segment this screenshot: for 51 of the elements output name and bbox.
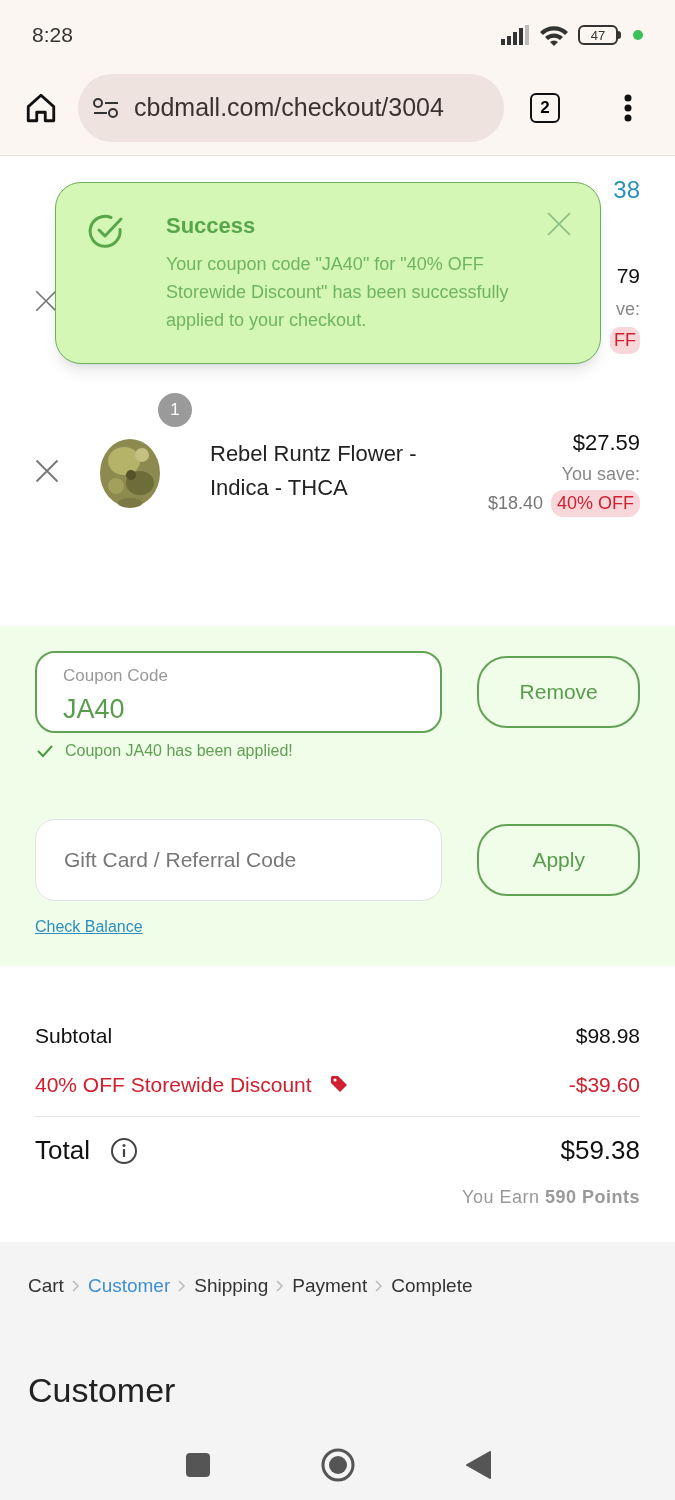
home-icon[interactable] — [24, 91, 58, 125]
check-icon — [37, 744, 53, 758]
discount-badge: 40% OFF — [550, 489, 640, 517]
gift-card-field[interactable]: Gift Card / Referral Code — [35, 819, 443, 901]
item-price: 79 — [616, 263, 640, 290]
back-icon[interactable] — [464, 1451, 491, 1479]
tag-icon — [329, 1075, 348, 1094]
save-label: You save: — [561, 462, 640, 486]
total-value: $59.38 — [560, 1134, 640, 1167]
clock: 8:28 — [32, 22, 73, 49]
signal-icon — [500, 25, 530, 45]
check-circle-icon — [88, 213, 124, 249]
subtotal-value: $98.98 — [575, 1023, 640, 1049]
chevron-icon — [71, 1280, 80, 1293]
tab-count-button[interactable]: 2 — [530, 93, 560, 123]
breadcrumb-link[interactable]: Cart — [28, 1272, 64, 1301]
product-name[interactable]: Rebel Runtz Flower - Indica - THCA — [210, 437, 450, 505]
discount-label: 40% OFF Storewide Discount — [35, 1071, 312, 1098]
saved-amount: $18.40 — [487, 491, 543, 515]
coupon-note: Coupon JA40 has been applied! — [65, 741, 293, 761]
points-text: You Earn 590 Points — [462, 1186, 640, 1209]
field-label: Coupon Code — [63, 665, 169, 687]
toast-message: Your coupon code "JA40" for "40% OFF Storewide Discount" has been successfully applied to your checkout. — [166, 253, 510, 332]
home-button-icon[interactable] — [320, 1448, 355, 1482]
wifi-icon — [538, 23, 570, 47]
recents-icon[interactable] — [184, 1452, 211, 1478]
breadcrumb-link[interactable]: Complete — [391, 1272, 473, 1301]
toast-title: Success — [166, 212, 257, 240]
site-settings-icon[interactable] — [92, 96, 120, 120]
info-icon[interactable] — [109, 1136, 138, 1165]
address-bar[interactable]: cbdmall.com/checkout/3004 — [78, 74, 504, 142]
discount-badge: FF — [610, 326, 640, 354]
url-text: cbdmall.com/checkout/3004 — [134, 92, 444, 124]
check-balance-link[interactable]: Check Balance — [35, 915, 143, 939]
total-label: Total — [35, 1134, 90, 1167]
section-heading: Customer — [27, 1369, 177, 1411]
chevron-icon — [178, 1280, 187, 1293]
subtotal-label: Subtotal — [35, 1023, 113, 1049]
battery-icon: 47 — [578, 25, 621, 45]
discount-value: -$39.60 — [568, 1071, 640, 1098]
menu-icon[interactable] — [624, 94, 632, 122]
field-value: JA40 — [63, 692, 126, 726]
quantity-badge: 1 — [158, 393, 192, 427]
chevron-icon — [375, 1280, 384, 1293]
item-price: $27.59 — [572, 428, 640, 457]
remove-icon[interactable] — [33, 457, 61, 485]
save-label: ve: — [616, 297, 640, 321]
breadcrumb-link[interactable]: Payment — [292, 1272, 368, 1301]
phone-link[interactable]: 38 — [613, 172, 640, 206]
breadcrumb-link[interactable]: Shipping — [194, 1272, 269, 1301]
chevron-icon — [276, 1280, 285, 1293]
